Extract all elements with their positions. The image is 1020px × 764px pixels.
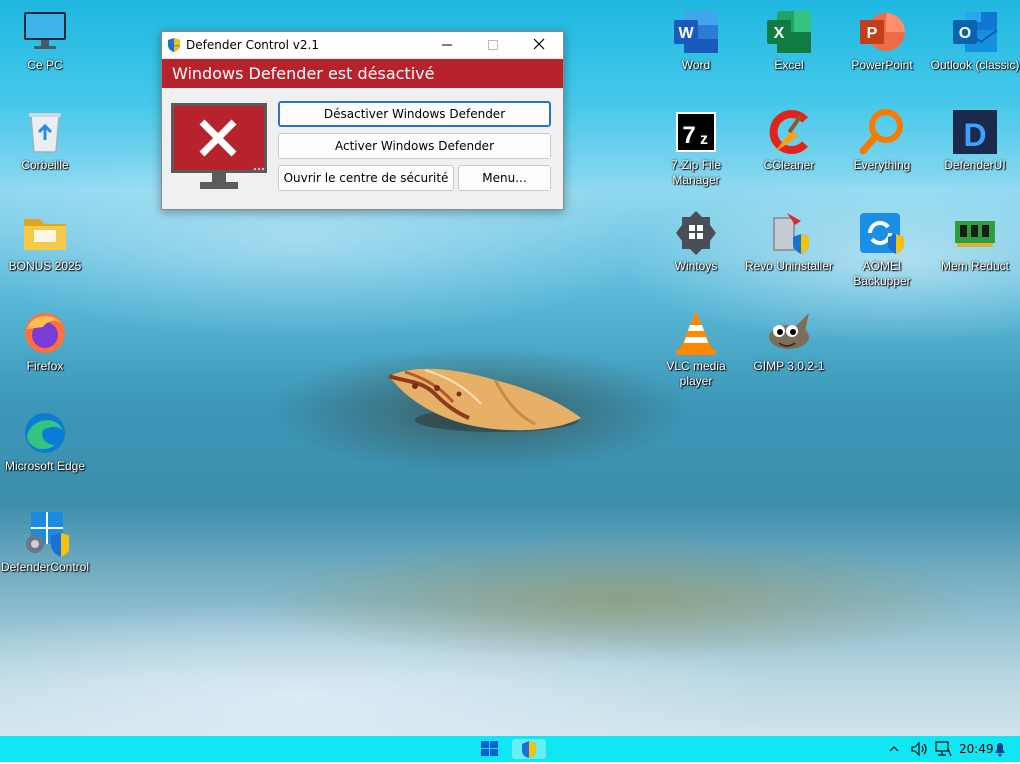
desktop-icon-label: DefenderUI xyxy=(944,158,1006,172)
taskbar: 20:49 xyxy=(0,736,1020,762)
desktop-icon-label: CCleaner xyxy=(763,158,815,172)
desktop-icon-defendercontrol[interactable]: DefenderControl xyxy=(0,510,92,575)
defender-control-icon xyxy=(522,741,536,758)
network-icon xyxy=(935,741,952,757)
show-hidden-icons-button[interactable] xyxy=(886,739,902,759)
window-title: Defender Control v2.1 xyxy=(186,38,319,52)
desktop-icon-label: AOMEI Backupper xyxy=(853,259,911,288)
desktop-icon-ccleaner[interactable]: CCleaner xyxy=(742,108,836,173)
word-icon: W xyxy=(672,8,720,56)
edge-icon xyxy=(21,409,69,457)
svg-text:D: D xyxy=(963,117,986,153)
desktop-icon-corbeille[interactable]: Corbeille xyxy=(0,108,92,173)
notifications-button[interactable] xyxy=(991,739,1009,759)
enable-defender-button[interactable]: Activer Windows Defender xyxy=(278,133,551,159)
desktop-icon-powerpoint[interactable]: P PowerPoint xyxy=(835,8,929,73)
desktop-icon-label: BONUS 2025 xyxy=(8,259,82,273)
svg-text:W: W xyxy=(678,25,694,42)
start-button[interactable] xyxy=(479,739,501,759)
desktop-icon-mem-reduct[interactable]: Mem Reduct xyxy=(928,209,1020,274)
desktop-icon-wintoys[interactable]: Wintoys xyxy=(649,209,743,274)
defender-control-window: Defender Control v2.1 Windows Defender e… xyxy=(161,31,564,210)
excel-icon: X xyxy=(765,8,813,56)
minimize-button[interactable] xyxy=(424,32,470,58)
aomei-backupper-icon xyxy=(858,209,906,257)
desktop-icon-revo-uninstaller[interactable]: Revo Uninstaller xyxy=(742,209,836,274)
defender-shield-icon xyxy=(168,38,180,52)
open-security-center-button[interactable]: Ouvrir le centre de sécurité xyxy=(278,165,454,191)
disable-defender-button[interactable]: Désactiver Windows Defender xyxy=(278,101,551,127)
desktop-icon-label: Wintoys xyxy=(674,259,718,273)
maximize-icon xyxy=(488,40,498,50)
mem-reduct-icon xyxy=(951,209,999,257)
desktop-icon-label: Firefox xyxy=(26,359,64,373)
close-button[interactable] xyxy=(516,32,562,58)
desktop-icon-ce-pc[interactable]: Ce PC xyxy=(0,8,92,73)
desktop-icon-defenderui[interactable]: D DefenderUI xyxy=(928,108,1020,173)
desktop-icon-everything[interactable]: Everything xyxy=(835,108,929,173)
wintoys-icon xyxy=(672,209,720,257)
minimize-icon xyxy=(442,44,452,46)
desktop-icon-label: Mem Reduct xyxy=(940,259,1010,273)
desktop-icon-label: Everything xyxy=(853,158,911,172)
svg-text:7: 7 xyxy=(682,122,695,149)
defenderui-icon: D xyxy=(951,108,999,156)
desktop-icon-label: Microsoft Edge xyxy=(4,459,86,473)
svg-text:z: z xyxy=(700,131,708,148)
ccleaner-icon xyxy=(765,108,813,156)
folder-icon xyxy=(21,209,69,257)
7zip-icon: 7 z xyxy=(672,108,720,156)
desktop-icon-vlc[interactable]: VLC media player xyxy=(649,309,743,389)
maximize-button[interactable] xyxy=(470,32,516,58)
desktop-icon-excel[interactable]: X Excel xyxy=(742,8,836,73)
seashell-image xyxy=(388,368,581,432)
outlook-icon: O xyxy=(951,8,999,56)
desktop-icon-bonus-2025[interactable]: BONUS 2025 xyxy=(0,209,92,274)
desktop-icon-label: Outlook (classic) xyxy=(930,58,1020,72)
speaker-icon xyxy=(911,741,927,757)
gimp-icon xyxy=(765,309,813,357)
bell-icon xyxy=(995,743,1005,757)
computer-icon xyxy=(21,8,69,56)
desktop-icon-label: PowerPoint xyxy=(851,58,913,72)
powerpoint-icon: P xyxy=(858,8,906,56)
svg-text:P: P xyxy=(867,25,878,42)
title-bar[interactable]: Defender Control v2.1 xyxy=(162,32,563,58)
desktop-icon-label: GIMP 3.0.2-1 xyxy=(753,359,825,373)
defender-control-icon xyxy=(21,510,71,558)
desktop-icon-label: Revo Uninstaller xyxy=(744,259,834,273)
recycle-bin-icon xyxy=(21,108,69,156)
desktop-icon-aomei-backupper[interactable]: AOMEI Backupper xyxy=(835,209,929,289)
revo-uninstaller-icon xyxy=(765,209,813,257)
desktop-icon-7zip[interactable]: 7 z 7-Zip File Manager xyxy=(649,108,743,188)
svg-text:X: X xyxy=(774,25,785,42)
desktop-icon-label: Ce PC xyxy=(27,58,63,72)
desktop-icon-firefox[interactable]: Firefox xyxy=(0,309,92,374)
menu-button[interactable]: Menu... xyxy=(458,165,551,191)
vlc-icon xyxy=(672,309,720,357)
everything-icon xyxy=(858,108,906,156)
svg-text:O: O xyxy=(959,25,971,42)
desktop-icon-label: DefenderControl xyxy=(0,560,90,574)
desktop-icon-label: Corbeille xyxy=(21,158,69,172)
windows-start-icon xyxy=(481,741,498,756)
network-button[interactable] xyxy=(934,739,952,759)
close-icon xyxy=(533,38,545,50)
status-banner: Windows Defender est désactivé xyxy=(162,59,563,88)
taskbar-defender-control[interactable] xyxy=(512,739,546,759)
desktop-icon-label: Excel xyxy=(774,58,804,72)
clock[interactable]: 20:49 xyxy=(959,742,994,756)
desktop-icon-word[interactable]: W Word xyxy=(649,8,743,73)
desktop-icon-label: 7-Zip File Manager xyxy=(670,158,721,187)
desktop-icon-outlook[interactable]: O Outlook (classic) xyxy=(928,8,1020,73)
chevron-up-icon xyxy=(889,746,899,752)
desktop-icon-gimp[interactable]: GIMP 3.0.2-1 xyxy=(742,309,836,374)
volume-button[interactable] xyxy=(910,739,928,759)
firefox-icon xyxy=(21,309,69,357)
defender-disabled-monitor-icon xyxy=(171,103,267,189)
desktop-icon-microsoft-edge[interactable]: Microsoft Edge xyxy=(0,409,92,474)
desktop-icon-label: Word xyxy=(681,58,711,72)
desktop-icon-label: VLC media player xyxy=(666,359,726,388)
